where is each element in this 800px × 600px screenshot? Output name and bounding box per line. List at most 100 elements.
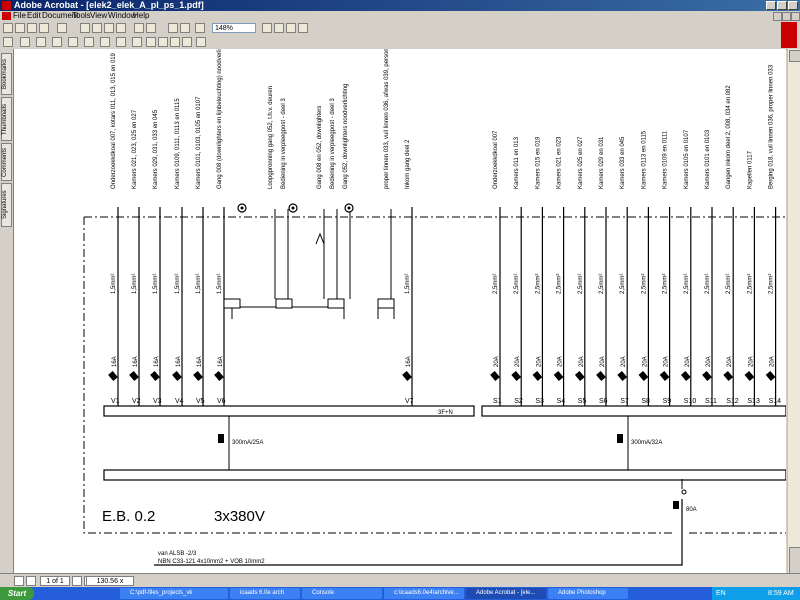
go-forward-icon[interactable]: [146, 23, 156, 33]
print-icon[interactable]: [27, 23, 37, 33]
page-number-field[interactable]: 1 of 1: [40, 576, 70, 586]
maximize-button[interactable]: [777, 1, 787, 10]
note-icon[interactable]: [68, 37, 78, 47]
circuit-s14-rating: 20A: [770, 356, 776, 367]
electrical-schematic: 3F+N E.B. 0.2 3x380V van ALSB -2/3 NBN C33-1…: [83, 49, 786, 566]
link-icon[interactable]: [158, 37, 168, 47]
tab-comments[interactable]: Comments: [1, 143, 12, 181]
first-page-nav[interactable]: [14, 576, 24, 586]
circuit-s8-id: S8: [641, 398, 650, 405]
circuit-s3-rating: 20A: [536, 356, 542, 367]
circuit-v5-id: V5: [196, 398, 205, 405]
text-select-icon[interactable]: [36, 37, 46, 47]
previous-page-icon[interactable]: [92, 23, 102, 33]
doc-restore-button[interactable]: [782, 12, 791, 21]
acrobat-app-icon[interactable]: [2, 1, 11, 10]
table-icon[interactable]: [146, 37, 156, 47]
close-button[interactable]: [788, 1, 798, 10]
taskbar: Start C:\pdf-files_projects_vk icaads 6.…: [0, 587, 800, 600]
task-photoshop[interactable]: Adobe Photoshop: [548, 588, 628, 599]
task-icaads[interactable]: icaads 6.0e arch: [230, 588, 300, 599]
status-bar: 1 of 1 130.56 x 35.73 in: [0, 573, 800, 595]
circuit-v7-breaker: [402, 371, 412, 381]
crop-icon[interactable]: [170, 37, 180, 47]
busbar-v: [103, 405, 475, 417]
email-icon[interactable]: [39, 23, 49, 33]
relay-4: [377, 298, 395, 309]
go-back-icon[interactable]: [134, 23, 144, 33]
tab-thumbnails[interactable]: Thumbnails: [1, 97, 12, 141]
zoom-level-select[interactable]: 148%: [212, 23, 256, 33]
find-icon[interactable]: [57, 23, 67, 33]
doc-close-button[interactable]: [791, 12, 800, 21]
circuit-s13-breaker: [744, 371, 755, 381]
tab-bookmarks[interactable]: Bookmarks: [1, 53, 12, 95]
zoom-out-icon[interactable]: [168, 23, 178, 33]
busbar-s: [481, 405, 786, 417]
circuit-s4-wire: 2,5mm²: [557, 274, 563, 294]
document-view[interactable]: 3F+N E.B. 0.2 3x380V van ALSB -2/3 NBN C33-1…: [14, 49, 786, 573]
article-icon[interactable]: [182, 37, 192, 47]
save-icon[interactable]: [15, 23, 25, 33]
circuit-s12-wire: 2,5mm²: [726, 274, 732, 294]
circuit-s11-id: S11: [705, 398, 717, 405]
menu-edit[interactable]: Edit: [27, 11, 41, 21]
toolbar-main: 148%: [0, 21, 800, 36]
highlight-icon[interactable]: [100, 37, 110, 47]
language-indicator[interactable]: EN: [716, 587, 726, 600]
zoom-tool-icon[interactable]: [20, 37, 30, 47]
document-menu-icon[interactable]: [2, 12, 11, 20]
vertical-scrollbar[interactable]: [787, 49, 800, 589]
open-icon[interactable]: [3, 23, 13, 33]
switch-symbol: [315, 232, 325, 245]
circuit-s8-breaker: [638, 371, 649, 381]
circuit-v3-wire: 1,5mm²: [153, 274, 159, 294]
fit-page-icon[interactable]: [262, 23, 272, 33]
pencil-icon[interactable]: [84, 37, 94, 47]
control-label-1: Loopgpronning gang 052, t.h.v. deuren: [268, 86, 274, 189]
menu-help[interactable]: Help: [133, 11, 149, 21]
task-archive[interactable]: c:\icaads6.0e4\archive...: [384, 588, 464, 599]
scroll-up-button[interactable]: [789, 50, 800, 62]
circuit-s3-wire: 2,5mm²: [535, 274, 541, 294]
rcd1-rating: 300mA/25A: [232, 440, 263, 446]
hand-tool-icon[interactable]: [3, 37, 13, 47]
tab-signatures[interactable]: Signatures: [1, 183, 12, 227]
prev-page-nav[interactable]: [26, 576, 36, 586]
menu-view[interactable]: View: [90, 11, 107, 21]
touchup-text-icon[interactable]: [196, 37, 206, 47]
rcd1-symbol: [218, 434, 224, 443]
menu-tools[interactable]: Tools: [72, 11, 91, 21]
circuit-v4-desc: Kamers 0109, 0111, 0113 en 0115: [175, 98, 181, 189]
next-page-icon[interactable]: [104, 23, 114, 33]
task-explorer[interactable]: C:\pdf-files_projects_vk: [120, 588, 228, 599]
circuit-v7-id: V7: [405, 398, 414, 405]
task-console[interactable]: Console: [302, 588, 382, 599]
fit-width-icon[interactable]: [274, 23, 284, 33]
rotate-icon[interactable]: [298, 23, 308, 33]
last-page-icon[interactable]: [116, 23, 126, 33]
circuit-s9-rating: 20A: [664, 356, 670, 367]
circuit-s10-wire: 2,5mm²: [684, 274, 690, 294]
first-page-icon[interactable]: [80, 23, 90, 33]
circuit-v4-rating: 16A: [176, 356, 182, 367]
circuit-s11-breaker: [702, 371, 712, 381]
snapshot-icon[interactable]: [52, 37, 62, 47]
minimize-button[interactable]: [766, 1, 776, 10]
start-button[interactable]: Start: [0, 587, 34, 600]
zoom-fit-icon[interactable]: [195, 23, 205, 33]
circuit-s5-rating: 20A: [579, 356, 585, 367]
menu-file[interactable]: File: [13, 11, 26, 21]
zoom-in-icon[interactable]: [180, 23, 190, 33]
next-page-nav[interactable]: [72, 576, 82, 586]
rcd2-symbol: [617, 434, 623, 443]
circuit-s12-desc: Gangen inkom deel 2, 008, 034 en 082: [726, 85, 732, 189]
doc-minimize-button[interactable]: [773, 12, 782, 21]
circuit-s10-breaker: [680, 371, 691, 381]
circuit-s3-id: S3: [535, 398, 544, 405]
actual-size-icon[interactable]: [286, 23, 296, 33]
circuit-s8-wire: 2,5mm²: [641, 274, 647, 294]
stamp-icon[interactable]: [116, 37, 126, 47]
form-icon[interactable]: [132, 37, 142, 47]
task-acrobat[interactable]: Adobe Acrobat - [ele...: [466, 588, 546, 599]
